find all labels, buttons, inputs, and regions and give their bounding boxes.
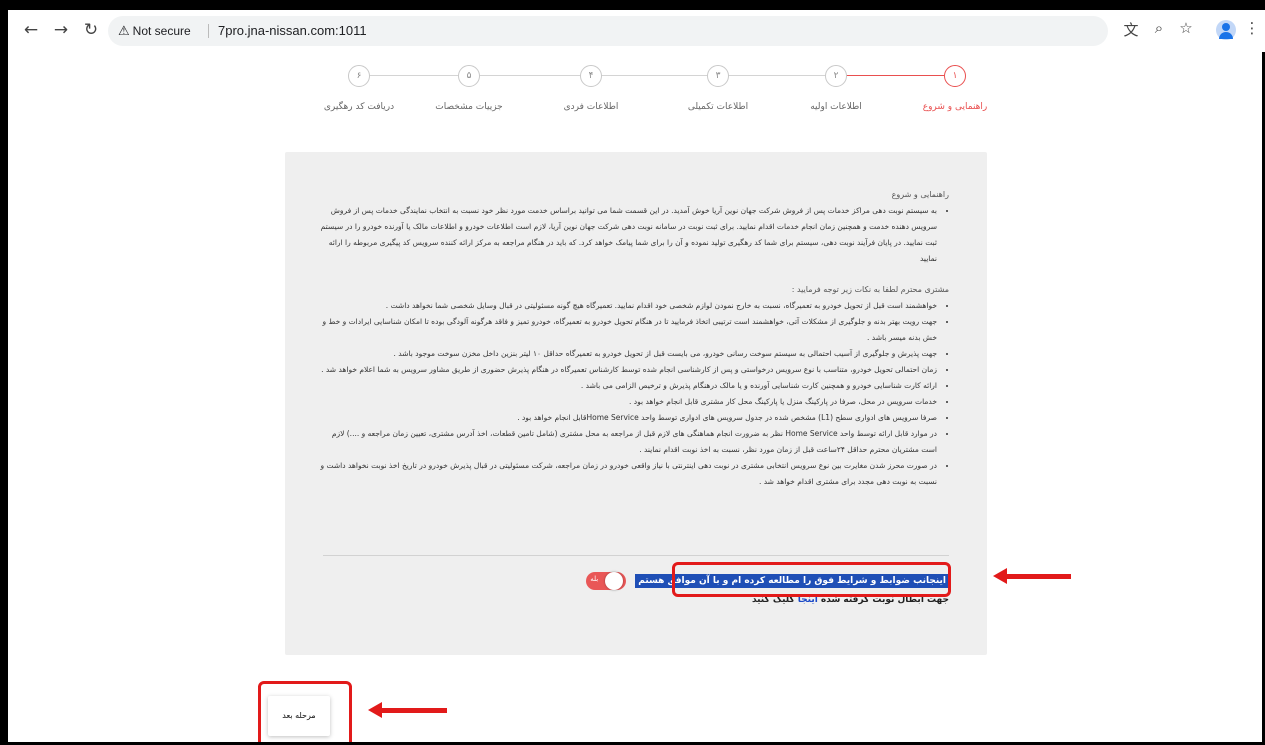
- reload-icon[interactable]: ↻: [80, 19, 102, 41]
- agreement-highlight-box: [672, 562, 951, 597]
- step-5-circle[interactable]: ۵: [458, 65, 480, 87]
- intro-paragraph: به سیستم نوبت دهی مراکز خدمات پس از فروش…: [319, 203, 937, 267]
- agreement-toggle[interactable]: بله: [586, 571, 627, 590]
- browser-toolbar: ← → ↻ ⚠ Not secure 7pro.jna-nissan.com:10…: [8, 10, 1265, 53]
- step-2-label: اطلاعات اولیه: [810, 102, 862, 112]
- toggle-label: بله: [590, 574, 599, 583]
- agreement-pointer-arrow: [993, 568, 1071, 584]
- browser-window: ← → ↻ ⚠ Not secure 7pro.jna-nissan.com:10…: [8, 10, 1265, 742]
- next-button-highlight-box: [258, 681, 352, 742]
- toggle-knob[interactable]: [605, 571, 624, 590]
- step-connector: [600, 75, 707, 76]
- note-item: زمان احتمالی تحویل خودرو، متناسب با نوع …: [319, 362, 937, 378]
- step-connector: [368, 75, 458, 76]
- step-connector-active: [845, 75, 944, 76]
- step-1-label: راهنمایی و شروع: [922, 102, 988, 112]
- page-content: ۶ ۵ ۴ ۳ ۲ ۱ دریافت کد رهگیری جزییات مشخص…: [8, 52, 1265, 742]
- address-bar-divider: [208, 24, 209, 38]
- guide-title: راهنمایی و شروع: [891, 190, 949, 199]
- notes-list: خواهشمند است قبل از تحویل خودرو به تعمیر…: [319, 298, 949, 490]
- step-connector: [727, 75, 825, 76]
- divider: [323, 555, 949, 556]
- note-item: صرفا سرویس های ادواری سطح (L1) مشخص شده …: [319, 410, 937, 426]
- notes-title: مشتری محترم لطفا به نکات زیر توجه فرمایی…: [791, 285, 949, 294]
- step-4-circle[interactable]: ۴: [580, 65, 602, 87]
- guide-content: راهنمایی و شروع به سیستم نوبت دهی مراکز …: [319, 190, 950, 490]
- intro-list: به سیستم نوبت دهی مراکز خدمات پس از فروش…: [319, 203, 949, 267]
- note-item: در صورت محرز شدن مغایرت بین نوع سرویس ان…: [319, 458, 938, 490]
- back-arrow-icon[interactable]: ←: [20, 19, 42, 41]
- translate-icon[interactable]: 文: [1120, 19, 1142, 40]
- note-item: جهت پذیرش و جلوگیری از آسیب احتمالی به س…: [319, 346, 937, 362]
- zoom-icon[interactable]: ⌕: [1148, 19, 1170, 37]
- warning-triangle-icon: ⚠: [118, 23, 130, 38]
- bookmark-star-icon[interactable]: ☆: [1175, 19, 1197, 37]
- step-connector: [478, 75, 580, 76]
- step-6-circle[interactable]: ۶: [348, 65, 370, 87]
- step-3-circle[interactable]: ۳: [707, 65, 729, 87]
- profile-avatar-icon[interactable]: [1216, 20, 1236, 40]
- next-button-pointer-arrow: [368, 702, 447, 718]
- step-4-label: اطلاعات فردی: [563, 102, 619, 112]
- step-2-circle[interactable]: ۲: [825, 65, 847, 87]
- forward-arrow-icon[interactable]: →: [50, 19, 72, 41]
- note-item: ارائه کارت شناسایی خودرو و همچنین کارت ش…: [319, 378, 937, 394]
- more-menu-icon[interactable]: ⋮: [1241, 19, 1263, 37]
- step-6-label: دریافت کد رهگیری: [323, 102, 395, 112]
- security-indicator[interactable]: ⚠ Not secure: [118, 23, 191, 39]
- step-1-circle[interactable]: ۱: [944, 65, 966, 87]
- note-item: خدمات سرویس در محل، صرفا در پارکینگ منزل…: [319, 394, 937, 410]
- step-5-label: جزییات مشخصات: [435, 102, 503, 112]
- note-item: خواهشمند است قبل از تحویل خودرو به تعمیر…: [319, 298, 937, 314]
- step-3-label: اطلاعات تکمیلی: [687, 102, 749, 112]
- note-item: جهت رویت بهتر بدنه و جلوگیری از مشکلات آ…: [319, 314, 937, 346]
- url-text[interactable]: 7pro.jna-nissan.com:1011: [218, 23, 367, 38]
- note-item: در موارد قابل ارائه توسط واحد Home Servi…: [319, 426, 937, 458]
- address-bar[interactable]: ⚠ Not secure 7pro.jna-nissan.com:1011: [108, 16, 1108, 46]
